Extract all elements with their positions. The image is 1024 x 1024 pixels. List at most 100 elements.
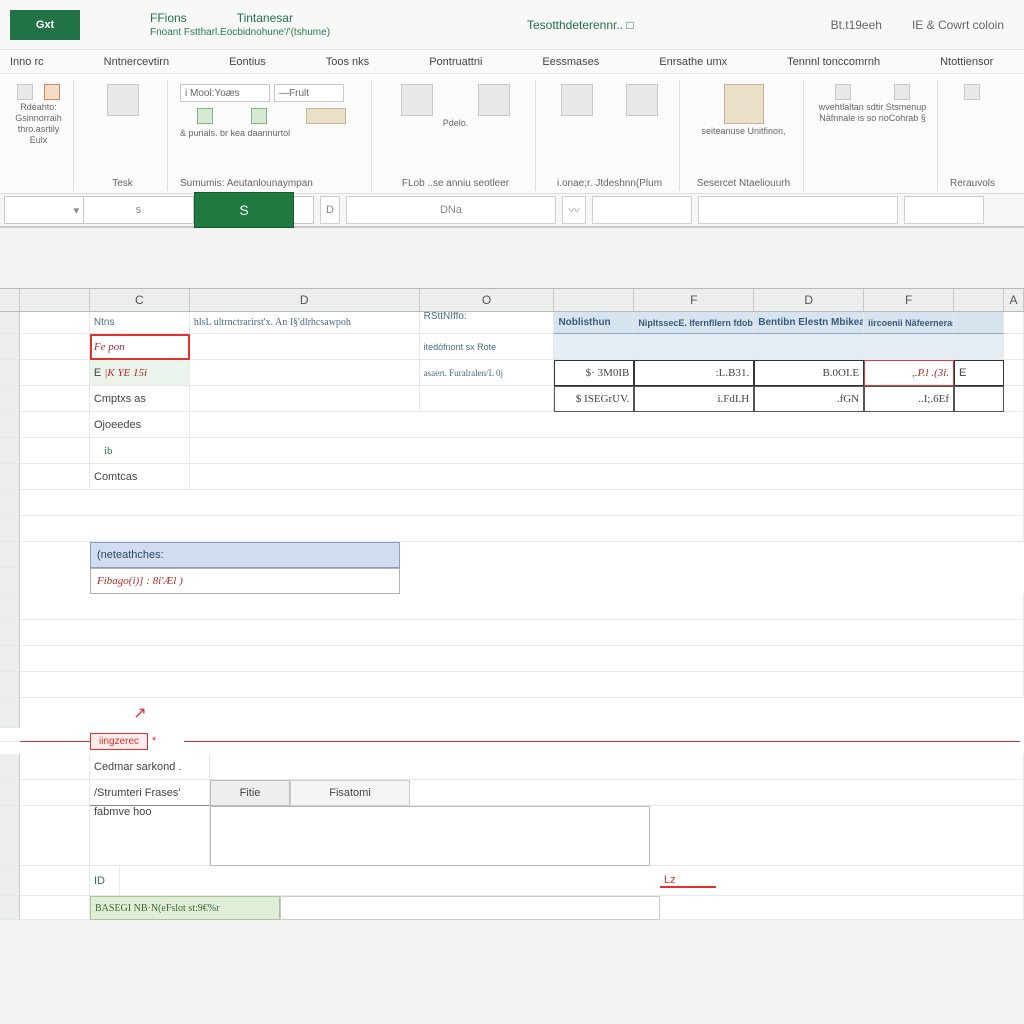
ribbon-icon-g5a[interactable] — [561, 84, 593, 116]
name-box-dropdown-icon[interactable]: ▾ — [73, 204, 79, 217]
col-header-f4[interactable] — [954, 289, 1004, 311]
row-head-15[interactable] — [0, 672, 20, 698]
cell-r4-f3[interactable]: .fGN — [754, 386, 864, 412]
row-head-4[interactable] — [0, 386, 20, 412]
ribbon-icon-g8a[interactable] — [835, 84, 851, 100]
title-tab-1[interactable]: FFions — [150, 11, 187, 25]
ribbon-icon-chart2[interactable] — [251, 108, 267, 124]
ribbon-tab-6[interactable]: Enrsathe umx — [659, 56, 727, 68]
cell-r3-f3[interactable]: B.0OI.E — [754, 360, 864, 386]
cell-white-box[interactable]: Fibago(i)] : 8i'Æl ) — [90, 568, 400, 594]
cell-sub-f2[interactable] — [634, 334, 754, 360]
cell-hdr-f1[interactable]: Noblisthun — [554, 312, 634, 334]
ribbon-icon-g8b[interactable] — [894, 84, 910, 100]
cell-r4-d[interactable] — [190, 386, 420, 412]
green-input[interactable] — [280, 896, 660, 920]
row-head-12[interactable] — [0, 594, 20, 620]
cell-r3-f5[interactable]: E — [954, 360, 1004, 386]
cell-r5-c[interactable]: Ojoeedes — [90, 412, 190, 438]
select-all-corner[interactable] — [0, 289, 20, 311]
col-header-f3[interactable]: F — [864, 289, 954, 311]
row-head-13[interactable] — [0, 620, 20, 646]
formula-ext1[interactable] — [592, 196, 692, 224]
cell-r4-f1[interactable]: $ ISEGrUV. — [554, 386, 634, 412]
ribbon-input-value[interactable] — [274, 84, 344, 102]
cell-r1-d[interactable]: hlsL ultrnctrarirst'x. An I§'dlrhcsawpoh — [190, 312, 420, 334]
green-status-bar[interactable]: BASEGI NB·N(eFslot st:9€%r — [90, 896, 280, 920]
cell-r7-c[interactable]: Comtcas — [90, 464, 190, 490]
cell-r3-o[interactable]: asaert. Furalralen/L 0j — [420, 360, 555, 386]
name-box[interactable]: ▾ — [4, 196, 84, 224]
fx-seg-1[interactable]: s — [84, 196, 194, 224]
ribbon-tab-7[interactable]: Tennnl tonccomrnh — [787, 56, 880, 68]
cell-r22-c[interactable]: fabmve hoo — [90, 806, 210, 866]
red-button[interactable]: iingzerec — [90, 733, 148, 750]
col-header-c[interactable]: C — [90, 289, 190, 311]
tab-1[interactable]: Fitie — [210, 780, 290, 806]
cell-r3-f1[interactable]: $· 3M0IB — [554, 360, 634, 386]
fx-handle[interactable] — [294, 196, 314, 224]
ribbon-icon-chart1[interactable] — [197, 108, 213, 124]
row-head-6[interactable] — [0, 438, 20, 464]
row-head-10[interactable] — [0, 542, 20, 568]
tab-2[interactable]: Fisatomi — [290, 780, 410, 806]
ribbon-icon-g9[interactable] — [964, 84, 980, 100]
cell-r3-f2[interactable]: :L.B31. — [634, 360, 754, 386]
row-head-8[interactable] — [0, 490, 20, 516]
ribbon-tab-4[interactable]: Pontruattni — [429, 56, 482, 68]
cell-r4-c[interactable]: Cmptxs as — [90, 386, 190, 412]
fx-active-cell[interactable]: S — [194, 192, 294, 228]
col-header-a[interactable]: A — [1004, 289, 1024, 311]
row-head-18[interactable] — [0, 698, 20, 728]
ribbon-tab-1[interactable]: Nntnercevtirn — [104, 56, 169, 68]
ribbon-icon-image[interactable] — [724, 84, 764, 124]
cell-sub-f1[interactable] — [554, 334, 634, 360]
cell-r4-f5[interactable] — [954, 386, 1004, 412]
row-head-11[interactable] — [0, 568, 20, 594]
ribbon-icon-table1[interactable] — [17, 84, 33, 100]
ribbon-icon-g4b[interactable] — [478, 84, 510, 116]
ribbon-input-name[interactable] — [180, 84, 270, 102]
col-header-f1[interactable] — [554, 289, 634, 311]
cell-r4-f2[interactable]: i.FdI.H — [634, 386, 754, 412]
cell-sub-f3[interactable] — [754, 334, 864, 360]
col-header-d2[interactable]: D — [754, 289, 864, 311]
col-header-blank[interactable] — [20, 289, 90, 311]
cell-r3-c[interactable]: E |K YE 15i — [90, 360, 190, 386]
col-header-f2[interactable]: F — [634, 289, 754, 311]
ribbon-tab-0[interactable]: Inno rc — [10, 56, 44, 68]
cell-hdr-f2[interactable]: NipItssecE. lfernfllern fdobkfuxs.c bb 8… — [634, 312, 754, 334]
formula-ext2[interactable] — [698, 196, 898, 224]
cell-r6-icon[interactable]: ib — [90, 438, 190, 464]
cell-id-label[interactable]: ID — [90, 866, 120, 896]
cell-r3-f4[interactable]: ,.P.l .(3i. — [864, 360, 954, 386]
row-head-24[interactable] — [0, 866, 20, 896]
col-header-o[interactable]: O — [420, 289, 555, 311]
ribbon-icon-g4a[interactable] — [401, 84, 433, 116]
row-head-21[interactable] — [0, 780, 20, 806]
ribbon-icon-g5b[interactable] — [626, 84, 658, 116]
title-right-1[interactable]: Bt.t19eeh — [831, 18, 882, 32]
row-head-7[interactable] — [0, 464, 20, 490]
row-head-20[interactable] — [0, 754, 20, 780]
grid[interactable]: Ntns hlsL ultrnctrarirst'x. An I§'dlrhcs… — [0, 312, 1024, 920]
row-head-5[interactable] — [0, 412, 20, 438]
row-head-1[interactable] — [0, 312, 20, 334]
cell-r2-d[interactable] — [190, 334, 420, 360]
cell-r20-c[interactable]: Cedmar sarkond . — [90, 754, 210, 780]
formula-ext3[interactable] — [904, 196, 984, 224]
row-head-3[interactable] — [0, 360, 20, 386]
row-head-22[interactable] — [0, 806, 20, 866]
cell-r2-o[interactable]: itedófnont sx Rote — [420, 334, 555, 360]
cell-r4-o[interactable] — [420, 386, 555, 412]
formula-mid[interactable]: DNa — [346, 196, 556, 224]
cell-hdr-f5[interactable] — [954, 312, 1004, 334]
title-right-2[interactable]: IE & Cowrt coloin — [912, 18, 1004, 32]
formula-d[interactable]: D — [320, 196, 340, 224]
cell-sub-f4[interactable] — [864, 334, 954, 360]
cell-r3-d[interactable] — [190, 360, 420, 386]
ribbon-icon-table2[interactable] — [44, 84, 60, 100]
row-head-2[interactable] — [0, 334, 20, 360]
col-header-d[interactable]: D — [190, 289, 420, 311]
ribbon-icon-chart3[interactable] — [306, 108, 346, 124]
